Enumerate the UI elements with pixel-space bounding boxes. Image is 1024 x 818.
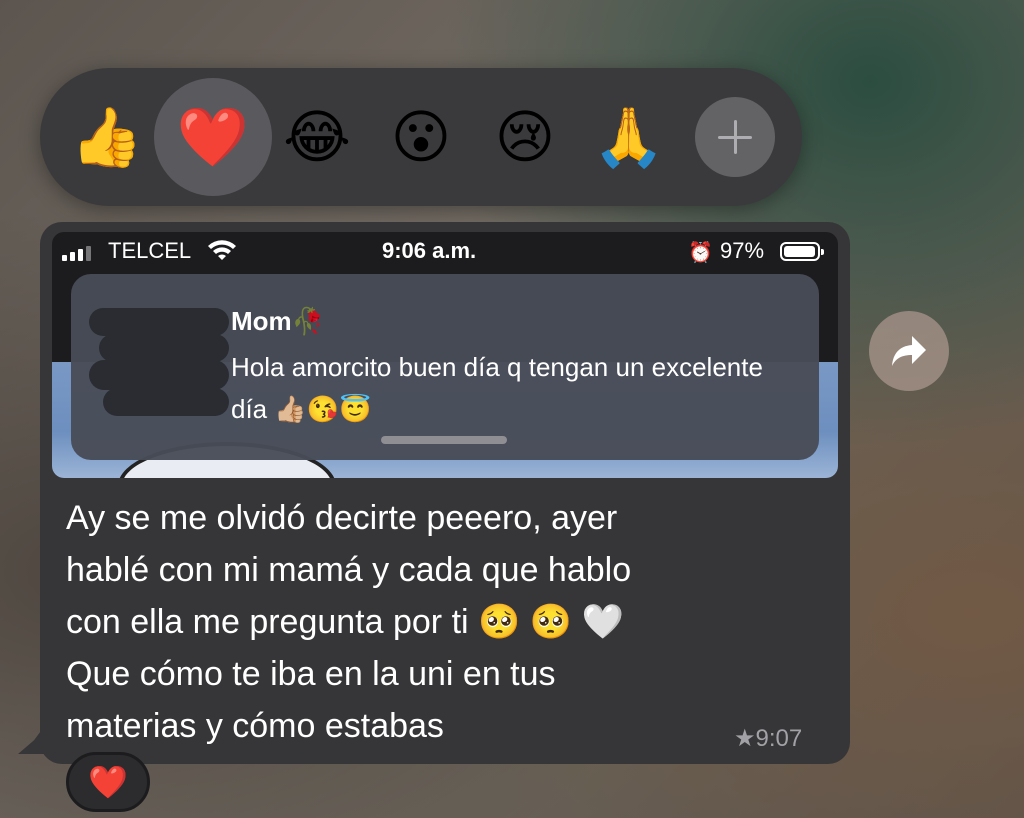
alarm-icon: ⏰ <box>688 240 713 264</box>
carrier-label: TELCEL <box>108 238 192 263</box>
message-reaction-chip[interactable]: ❤️ <box>66 752 150 812</box>
share-arrow-icon <box>892 336 926 366</box>
attached-screenshot-image[interactable]: TELCEL 9:06 a.m. ⏰ 97% Mom🥀 Hola amorcit… <box>52 232 838 478</box>
message-line: Que cómo te iba en la uni en tus <box>66 655 556 693</box>
message-line: materias y cómo estabas <box>66 707 444 745</box>
message-text: Ay se me olvidó decirte peeero, ayer hab… <box>66 492 806 752</box>
cry-reaction-button[interactable]: 😢 <box>480 92 570 182</box>
forward-button[interactable] <box>869 311 949 391</box>
red-heart-icon: ❤️ <box>88 763 128 801</box>
battery-percent: 97% <box>720 238 765 263</box>
status-time: 9:06 a.m. <box>382 238 477 263</box>
message-line: con ella me pregunta por ti 🥺 🥺 🤍 <box>66 603 624 641</box>
signal-icon <box>62 246 91 261</box>
reaction-picker: 👍 ❤️ 😂 😮 😢 🙏 <box>40 68 802 206</box>
pray-reaction-button[interactable]: 🙏 <box>584 92 674 182</box>
wifi-icon <box>208 240 236 260</box>
more-reactions-button[interactable] <box>695 97 775 177</box>
red-heart-reaction-button[interactable]: ❤️ <box>154 78 272 196</box>
message-line: hablé con mi mamá y cada que hablo <box>66 551 632 589</box>
redacted-avatar <box>89 308 239 418</box>
notification-message: Hola amorcito buen día q tengan un excel… <box>231 352 763 424</box>
thumbs-up-reaction-button[interactable]: 👍 <box>62 92 152 182</box>
notification-grabber <box>381 436 507 444</box>
notification-sender: Mom🥀 <box>231 306 325 336</box>
message-line: Ay se me olvidó decirte peeero, ayer <box>66 499 618 537</box>
message-timestamp: ★9:07 <box>734 725 803 752</box>
notification-banner: Mom🥀 Hola amorcito buen día q tengan un … <box>71 274 819 460</box>
joy-reaction-button[interactable]: 😂 <box>272 92 362 182</box>
surprised-reaction-button[interactable]: 😮 <box>376 92 466 182</box>
battery-icon <box>780 242 824 261</box>
status-bar: TELCEL 9:06 a.m. ⏰ 97% <box>52 232 838 272</box>
